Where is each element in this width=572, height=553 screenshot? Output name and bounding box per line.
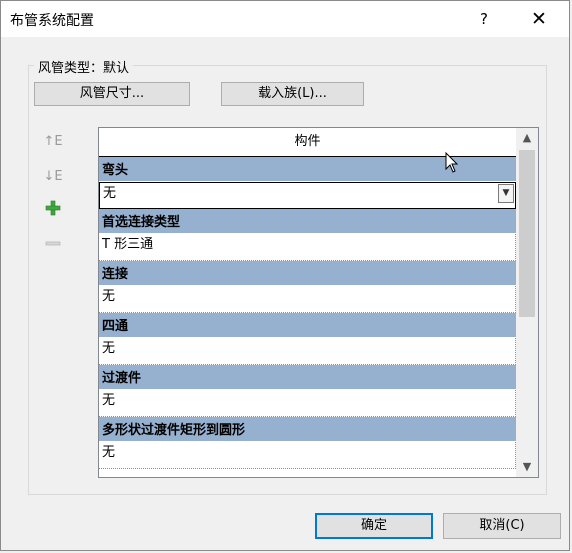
help-button[interactable]: ? [469, 5, 499, 33]
add-row-button[interactable] [43, 200, 63, 220]
scroll-thumb[interactable] [519, 150, 535, 317]
move-down-button[interactable]: ↓E [43, 167, 63, 187]
section-header-transition: 过渡件 [99, 365, 516, 390]
duct-size-button[interactable]: 风管尺寸... [34, 82, 190, 106]
cancel-button[interactable]: 取消(C) [443, 513, 561, 539]
duct-routing-config-dialog: 布管系统配置 ? ✕ 风管类型：默认 风管尺寸... 载入族(L)... ↑E … [0, 0, 570, 551]
grid-body: 弯头 无 ▼ 首选连接类型 T 形三通 连接 无 四通 无 过渡件 无 多形状过… [99, 157, 516, 469]
dialog-title: 布管系统配置 [10, 13, 94, 29]
section-header-cross: 四通 [99, 313, 516, 338]
duct-type-label: 风管类型：默认 [34, 57, 134, 76]
junction-value[interactable]: 无 [99, 286, 516, 313]
preferred-junction-value[interactable]: T 形三通 [99, 234, 516, 261]
minus-icon [45, 241, 61, 246]
section-header-multishape-transition: 多形状过渡件矩形到圆形 [99, 417, 516, 442]
elbow-value: 无 [103, 186, 117, 201]
ok-button[interactable]: 确定 [315, 513, 433, 539]
mouse-pointer-icon [445, 151, 459, 178]
plus-icon [45, 200, 61, 216]
transition-value[interactable]: 无 [99, 390, 516, 417]
title-bar: 布管系统配置 ? ✕ [1, 1, 569, 37]
component-grid: 构件 弯头 无 ▼ 首选连接类型 T 形三通 连接 无 四通 无 过渡件 无 多… [98, 127, 539, 478]
load-family-button[interactable]: 载入族(L)... [221, 82, 364, 106]
multishape-transition-value[interactable]: 无 [99, 442, 516, 469]
move-up-button[interactable]: ↑E [43, 132, 63, 152]
scroll-up-icon[interactable]: ▲ [516, 128, 538, 148]
cross-value[interactable]: 无 [99, 338, 516, 365]
section-header-junction: 连接 [99, 261, 516, 286]
scroll-down-icon[interactable]: ▼ [516, 457, 538, 477]
section-header-preferred-junction: 首选连接类型 [99, 209, 516, 234]
elbow-value-select[interactable]: 无 ▼ [99, 182, 516, 209]
grid-scrollbar[interactable]: ▲ ▼ [516, 128, 538, 477]
remove-row-button[interactable] [43, 235, 63, 255]
close-button[interactable]: ✕ [519, 5, 559, 33]
chevron-down-icon[interactable]: ▼ [498, 184, 514, 203]
